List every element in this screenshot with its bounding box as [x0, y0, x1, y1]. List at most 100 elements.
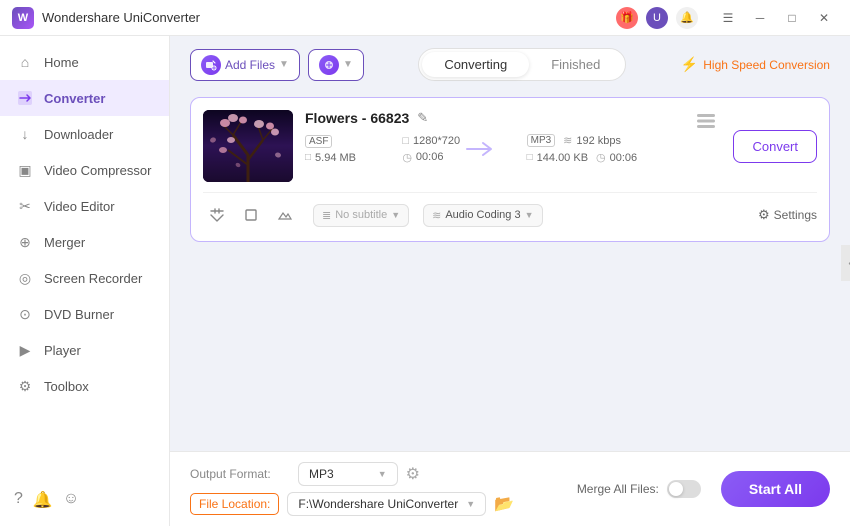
merge-all-label: Merge All Files: [577, 482, 659, 496]
tab-finished[interactable]: Finished [529, 52, 622, 77]
notification-icon[interactable]: 🔔 [33, 490, 53, 510]
output-format-chevron: ▼ [378, 469, 387, 479]
sidebar-label-downloader: Downloader [44, 127, 113, 142]
feedback-icon[interactable]: ☺ [63, 490, 79, 510]
sidebar-label-screen-recorder: Screen Recorder [44, 271, 142, 286]
player-icon: ▶ [16, 341, 34, 359]
help-icon[interactable]: ? [14, 490, 23, 510]
file-rename-icon[interactable]: ✎ [417, 110, 428, 126]
file-location-value: F:\Wondershare UniConverter [298, 497, 458, 511]
top-bar: Add Files ▼ ▼ Converting Finished [170, 36, 850, 89]
source-duration: ◷ 00:06 [402, 151, 432, 164]
merger-icon: ⊕ [16, 233, 34, 251]
video-compressor-icon: ▣ [16, 161, 34, 179]
merge-all-toggle[interactable] [667, 480, 701, 498]
file-meta-grid: ASF □ 5.94 MB [305, 134, 679, 164]
toolbox-icon: ⚙ [16, 377, 34, 395]
sidebar-item-video-editor[interactable]: ✂ Video Editor [0, 188, 169, 224]
menu-button[interactable]: ☰ [714, 7, 742, 29]
target-format: MP3 [527, 134, 556, 147]
minimize-button[interactable]: ─ [746, 7, 774, 29]
target-duration: ◷ 00:06 [596, 151, 637, 164]
file-location-chevron: ▼ [466, 499, 475, 509]
file-card-top: Flowers - 66823 ✎ ASF [203, 110, 817, 182]
bitrate-icon: ≋ [563, 134, 572, 147]
tab-converting[interactable]: Converting [422, 52, 529, 77]
content-area: Add Files ▼ ▼ Converting Finished [170, 36, 850, 526]
convert-tabs: Converting Finished [418, 48, 626, 81]
sidebar-item-video-compressor[interactable]: ▣ Video Compressor [0, 152, 169, 188]
app-title: Wondershare UniConverter [42, 10, 200, 25]
start-all-button[interactable]: Start All [721, 471, 830, 507]
downloader-icon: ↓ [16, 125, 34, 143]
output-format-select[interactable]: MP3 ▼ [298, 462, 398, 486]
output-format-label: Output Format: [190, 467, 290, 481]
file-location-row: File Location: F:\Wondershare UniConvert… [190, 492, 514, 516]
audio-coding-value: Audio Coding 3 [445, 209, 520, 221]
output-format-settings-icon[interactable]: ⚙ [406, 464, 420, 484]
audio-coding-chevron: ▼ [525, 210, 534, 220]
add-files-chevron: ▼ [279, 59, 289, 70]
add-more-chevron: ▼ [343, 59, 353, 70]
sidebar-collapse-btn[interactable]: ‹ [841, 245, 850, 281]
add-files-button[interactable]: Add Files ▼ [190, 49, 300, 81]
trim-icon[interactable] [203, 201, 231, 229]
effects-icon[interactable] [271, 201, 299, 229]
sidebar-item-screen-recorder[interactable]: ◎ Screen Recorder [0, 260, 169, 296]
gift-icon[interactable]: 🎁 [616, 7, 638, 29]
add-more-button[interactable]: ▼ [308, 49, 364, 81]
audio-coding-select[interactable]: ≋ Audio Coding 3 ▼ [423, 204, 542, 227]
sidebar-item-converter[interactable]: Converter [0, 80, 169, 116]
file-card-tools: ≣ No subtitle ▼ ≋ Audio Coding 3 ▼ ⚙ Set… [203, 192, 817, 229]
maximize-button[interactable]: □ [778, 7, 806, 29]
converter-icon [16, 89, 34, 107]
sidebar-label-merger: Merger [44, 235, 85, 250]
file-name: Flowers - 66823 [305, 110, 409, 126]
sidebar-item-dvd-burner[interactable]: ⊙ DVD Burner [0, 296, 169, 332]
close-button[interactable]: ✕ [810, 7, 838, 29]
bottom-bar: Output Format: MP3 ▼ ⚙ File Location: F:… [170, 451, 850, 526]
screen-recorder-icon: ◎ [16, 269, 34, 287]
sidebar-label-converter: Converter [44, 91, 105, 106]
merge-all-row: Merge All Files: [577, 480, 701, 498]
card-more-icon[interactable] [695, 110, 717, 137]
output-format-value: MP3 [309, 467, 334, 481]
sidebar-item-toolbox[interactable]: ⚙ Toolbox [0, 368, 169, 404]
toggle-knob [669, 482, 683, 496]
bell-icon[interactable]: 🔔 [676, 7, 698, 29]
crop-icon[interactable] [237, 201, 265, 229]
sidebar-item-merger[interactable]: ⊕ Merger [0, 224, 169, 260]
file-name-row: Flowers - 66823 ✎ [305, 110, 679, 126]
title-bar-left: W Wondershare UniConverter [12, 7, 200, 29]
duration-icon: ◷ [402, 151, 412, 164]
file-location-button[interactable]: File Location: [190, 493, 279, 515]
sidebar-item-downloader[interactable]: ↓ Downloader [0, 116, 169, 152]
source-format: ASF [305, 135, 398, 148]
sidebar-label-video-compressor: Video Compressor [44, 163, 151, 178]
settings-gear-icon: ⚙ [758, 207, 770, 223]
sidebar-item-home[interactable]: ⌂ Home [0, 44, 169, 80]
main-layout: ⌂ Home Converter ↓ Downloader ▣ Video Co… [0, 36, 850, 526]
file-location-path[interactable]: F:\Wondershare UniConverter ▼ [287, 492, 486, 516]
sidebar: ⌂ Home Converter ↓ Downloader ▣ Video Co… [0, 36, 170, 526]
file-size-icon: □ [305, 152, 311, 163]
sidebar-label-home: Home [44, 55, 79, 70]
open-folder-icon[interactable]: 📂 [494, 494, 514, 514]
add-files-label: Add Files [225, 58, 275, 72]
sidebar-label-dvd-burner: DVD Burner [44, 307, 114, 322]
bottom-left: Output Format: MP3 ▼ ⚙ File Location: F:… [190, 462, 514, 516]
settings-button[interactable]: ⚙ Settings [758, 207, 817, 223]
convert-arrow [436, 139, 522, 159]
user-icon[interactable]: U [646, 7, 668, 29]
app-icon: W [12, 7, 34, 29]
source-size: □ 5.94 MB [305, 152, 398, 164]
file-info: Flowers - 66823 ✎ ASF [305, 110, 679, 164]
bottom-right: Merge All Files: Start All [577, 471, 830, 507]
subtitle-select[interactable]: ≣ No subtitle ▼ [313, 204, 409, 227]
sidebar-item-player[interactable]: ▶ Player [0, 332, 169, 368]
file-thumbnail [203, 110, 293, 182]
file-card: Flowers - 66823 ✎ ASF [190, 97, 830, 242]
high-speed-conversion[interactable]: ⚡ High Speed Conversion [681, 56, 830, 73]
convert-button[interactable]: Convert [733, 130, 817, 163]
target-size-icon: □ [527, 152, 533, 163]
